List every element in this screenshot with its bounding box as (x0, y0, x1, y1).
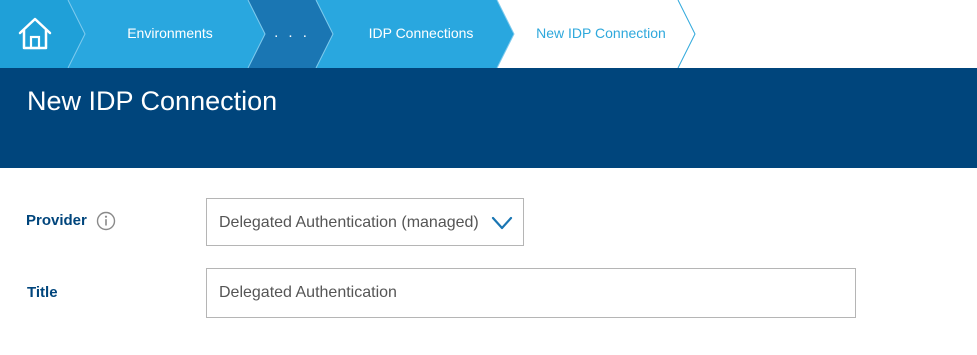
title-input[interactable] (206, 268, 856, 318)
info-icon[interactable] (96, 211, 116, 231)
breadcrumb-item-ellipsis[interactable]: . . . (262, 0, 322, 68)
breadcrumb-item-environments[interactable]: Environments (90, 0, 250, 68)
chevron-down-icon (491, 216, 513, 230)
title-label: Title (27, 284, 58, 301)
provider-select-value: Delegated Authentication (managed) (219, 214, 479, 231)
page-title: New IDP Connection (27, 86, 278, 116)
page-header: New IDP Connection (0, 68, 977, 168)
home-icon (18, 17, 52, 50)
info-circle (96, 211, 116, 231)
breadcrumb-item-current: New IDP Connection (536, 25, 666, 41)
breadcrumb: Environments . . . IDP Connections New I… (0, 0, 977, 68)
provider-select[interactable]: Delegated Authentication (managed) (206, 198, 524, 246)
provider-label: Provider (26, 212, 87, 229)
breadcrumb-item-idp-connections[interactable]: IDP Connections (338, 0, 504, 68)
breadcrumb-home[interactable] (0, 0, 68, 68)
